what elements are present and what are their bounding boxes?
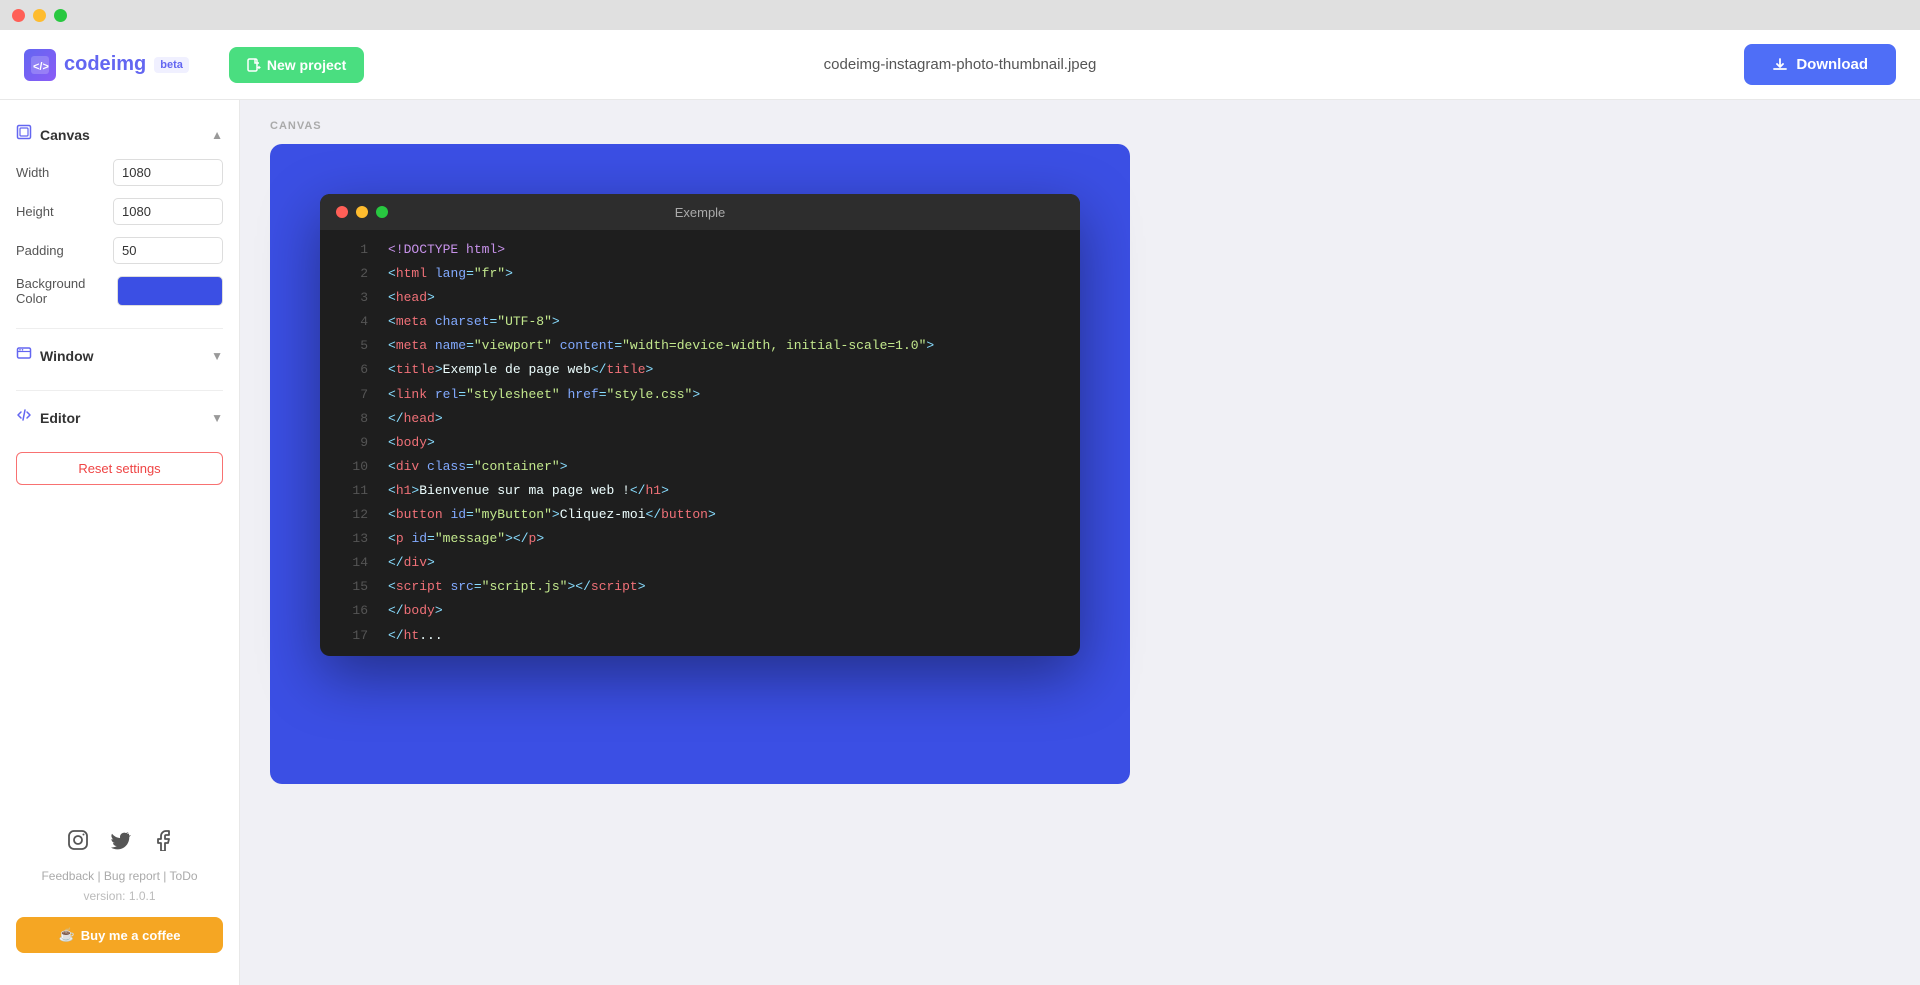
divider-1 <box>16 328 223 329</box>
logo-text: codeimg <box>64 53 146 76</box>
code-line: 17</ht... <box>320 624 1080 648</box>
canvas-icon <box>16 124 32 145</box>
width-label: Width <box>16 165 49 180</box>
footer-links[interactable]: Feedback | Bug report | ToDo <box>16 869 223 883</box>
window-close-dot <box>336 206 348 218</box>
code-line: 5 <meta name="viewport" content="width=d… <box>320 334 1080 358</box>
canvas-area: CANVAS Exemple 1<!DOCTYPE html>2<html la… <box>240 100 1920 985</box>
canvas-chevron-icon: ▲ <box>211 128 223 142</box>
coffee-label: Buy me a coffee <box>81 928 181 943</box>
height-input[interactable] <box>113 198 223 225</box>
window-title: Exemple <box>675 205 726 220</box>
width-row: Width <box>16 153 223 192</box>
divider-2 <box>16 390 223 391</box>
twitter-icon[interactable] <box>109 829 131 857</box>
code-line: 14 </div> <box>320 551 1080 575</box>
code-line: 1<!DOCTYPE html> <box>320 238 1080 262</box>
window-section-header[interactable]: Window ▼ <box>16 337 223 374</box>
editor-chevron-icon: ▼ <box>211 411 223 425</box>
filename: codeimg-instagram-photo-thumbnail.jpeg <box>824 56 1097 73</box>
download-icon <box>1772 57 1788 73</box>
code-body: 1<!DOCTYPE html>2<html lang="fr">3<head>… <box>320 230 1080 656</box>
close-dot[interactable] <box>12 9 25 22</box>
instagram-icon[interactable] <box>67 829 89 857</box>
new-project-label: New project <box>267 57 346 73</box>
canvas-label: CANVAS <box>270 120 322 132</box>
file-plus-icon <box>247 58 261 72</box>
code-line: 2<html lang="fr"> <box>320 262 1080 286</box>
beta-badge: beta <box>154 57 189 73</box>
bg-color-swatch[interactable] <box>117 276 223 306</box>
code-line: 9<body> <box>320 431 1080 455</box>
logo-area: </> codeimg beta <box>24 49 189 81</box>
svg-text:</>: </> <box>33 61 49 73</box>
sidebar: Canvas ▲ Width Height Padding Background… <box>0 100 240 985</box>
code-line: 16</body> <box>320 599 1080 623</box>
download-label: Download <box>1796 56 1868 73</box>
header: </> codeimg beta New project codeimg-ins… <box>0 30 1920 100</box>
window-icon <box>16 345 32 366</box>
height-row: Height <box>16 192 223 231</box>
code-window: Exemple 1<!DOCTYPE html>2<html lang="fr"… <box>320 194 1080 656</box>
facebook-icon[interactable] <box>151 829 173 857</box>
window-section: Window ▼ <box>0 337 239 374</box>
bg-color-label: Background Color <box>16 276 117 306</box>
bg-color-row: Background Color <box>16 270 223 312</box>
editor-section-title: Editor <box>16 407 80 428</box>
code-line: 12 <button id="myButton">Cliquez-moi</bu… <box>320 503 1080 527</box>
code-line: 6 <title>Exemple de page web</title> <box>320 358 1080 382</box>
canvas-section-header[interactable]: Canvas ▲ <box>16 116 223 153</box>
padding-row: Padding <box>16 231 223 270</box>
window-titlebar: Exemple <box>320 194 1080 230</box>
new-project-button[interactable]: New project <box>229 47 364 83</box>
height-label: Height <box>16 204 54 219</box>
minimize-dot[interactable] <box>33 9 46 22</box>
window-section-title: Window <box>16 345 94 366</box>
download-button[interactable]: Download <box>1744 44 1896 85</box>
code-line: 7 <link rel="stylesheet" href="style.css… <box>320 383 1080 407</box>
social-icons <box>16 829 223 857</box>
editor-section-header[interactable]: Editor ▼ <box>16 399 223 436</box>
editor-section: Editor ▼ <box>0 399 239 436</box>
version-text: version: 1.0.1 <box>16 889 223 903</box>
window-minimize-dot <box>356 206 368 218</box>
coffee-icon: ☕ <box>59 927 75 943</box>
window-chevron-icon: ▼ <box>211 349 223 363</box>
sidebar-footer: Feedback | Bug report | ToDo version: 1.… <box>0 813 239 969</box>
padding-label: Padding <box>16 243 64 258</box>
code-line: 13 <p id="message"></p> <box>320 527 1080 551</box>
logo-icon: </> <box>24 49 56 81</box>
code-line: 15 <script src="script.js"></script> <box>320 575 1080 599</box>
canvas-section-title: Canvas <box>16 124 90 145</box>
canvas-preview: Exemple 1<!DOCTYPE html>2<html lang="fr"… <box>270 144 1130 784</box>
code-line: 11 <h1>Bienvenue sur ma page web !</h1> <box>320 479 1080 503</box>
code-line: 4 <meta charset="UTF-8"> <box>320 310 1080 334</box>
code-line: 8</head> <box>320 407 1080 431</box>
reset-settings-button[interactable]: Reset settings <box>16 452 223 485</box>
main-layout: Canvas ▲ Width Height Padding Background… <box>0 100 1920 985</box>
editor-icon <box>16 407 32 428</box>
padding-input[interactable] <box>113 237 223 264</box>
maximize-dot[interactable] <box>54 9 67 22</box>
titlebar <box>0 0 1920 30</box>
code-line: 10 <div class="container"> <box>320 455 1080 479</box>
width-input[interactable] <box>113 159 223 186</box>
coffee-button[interactable]: ☕ Buy me a coffee <box>16 917 223 953</box>
canvas-section: Canvas ▲ Width Height Padding Background… <box>0 116 239 312</box>
code-line: 3<head> <box>320 286 1080 310</box>
window-maximize-dot <box>376 206 388 218</box>
